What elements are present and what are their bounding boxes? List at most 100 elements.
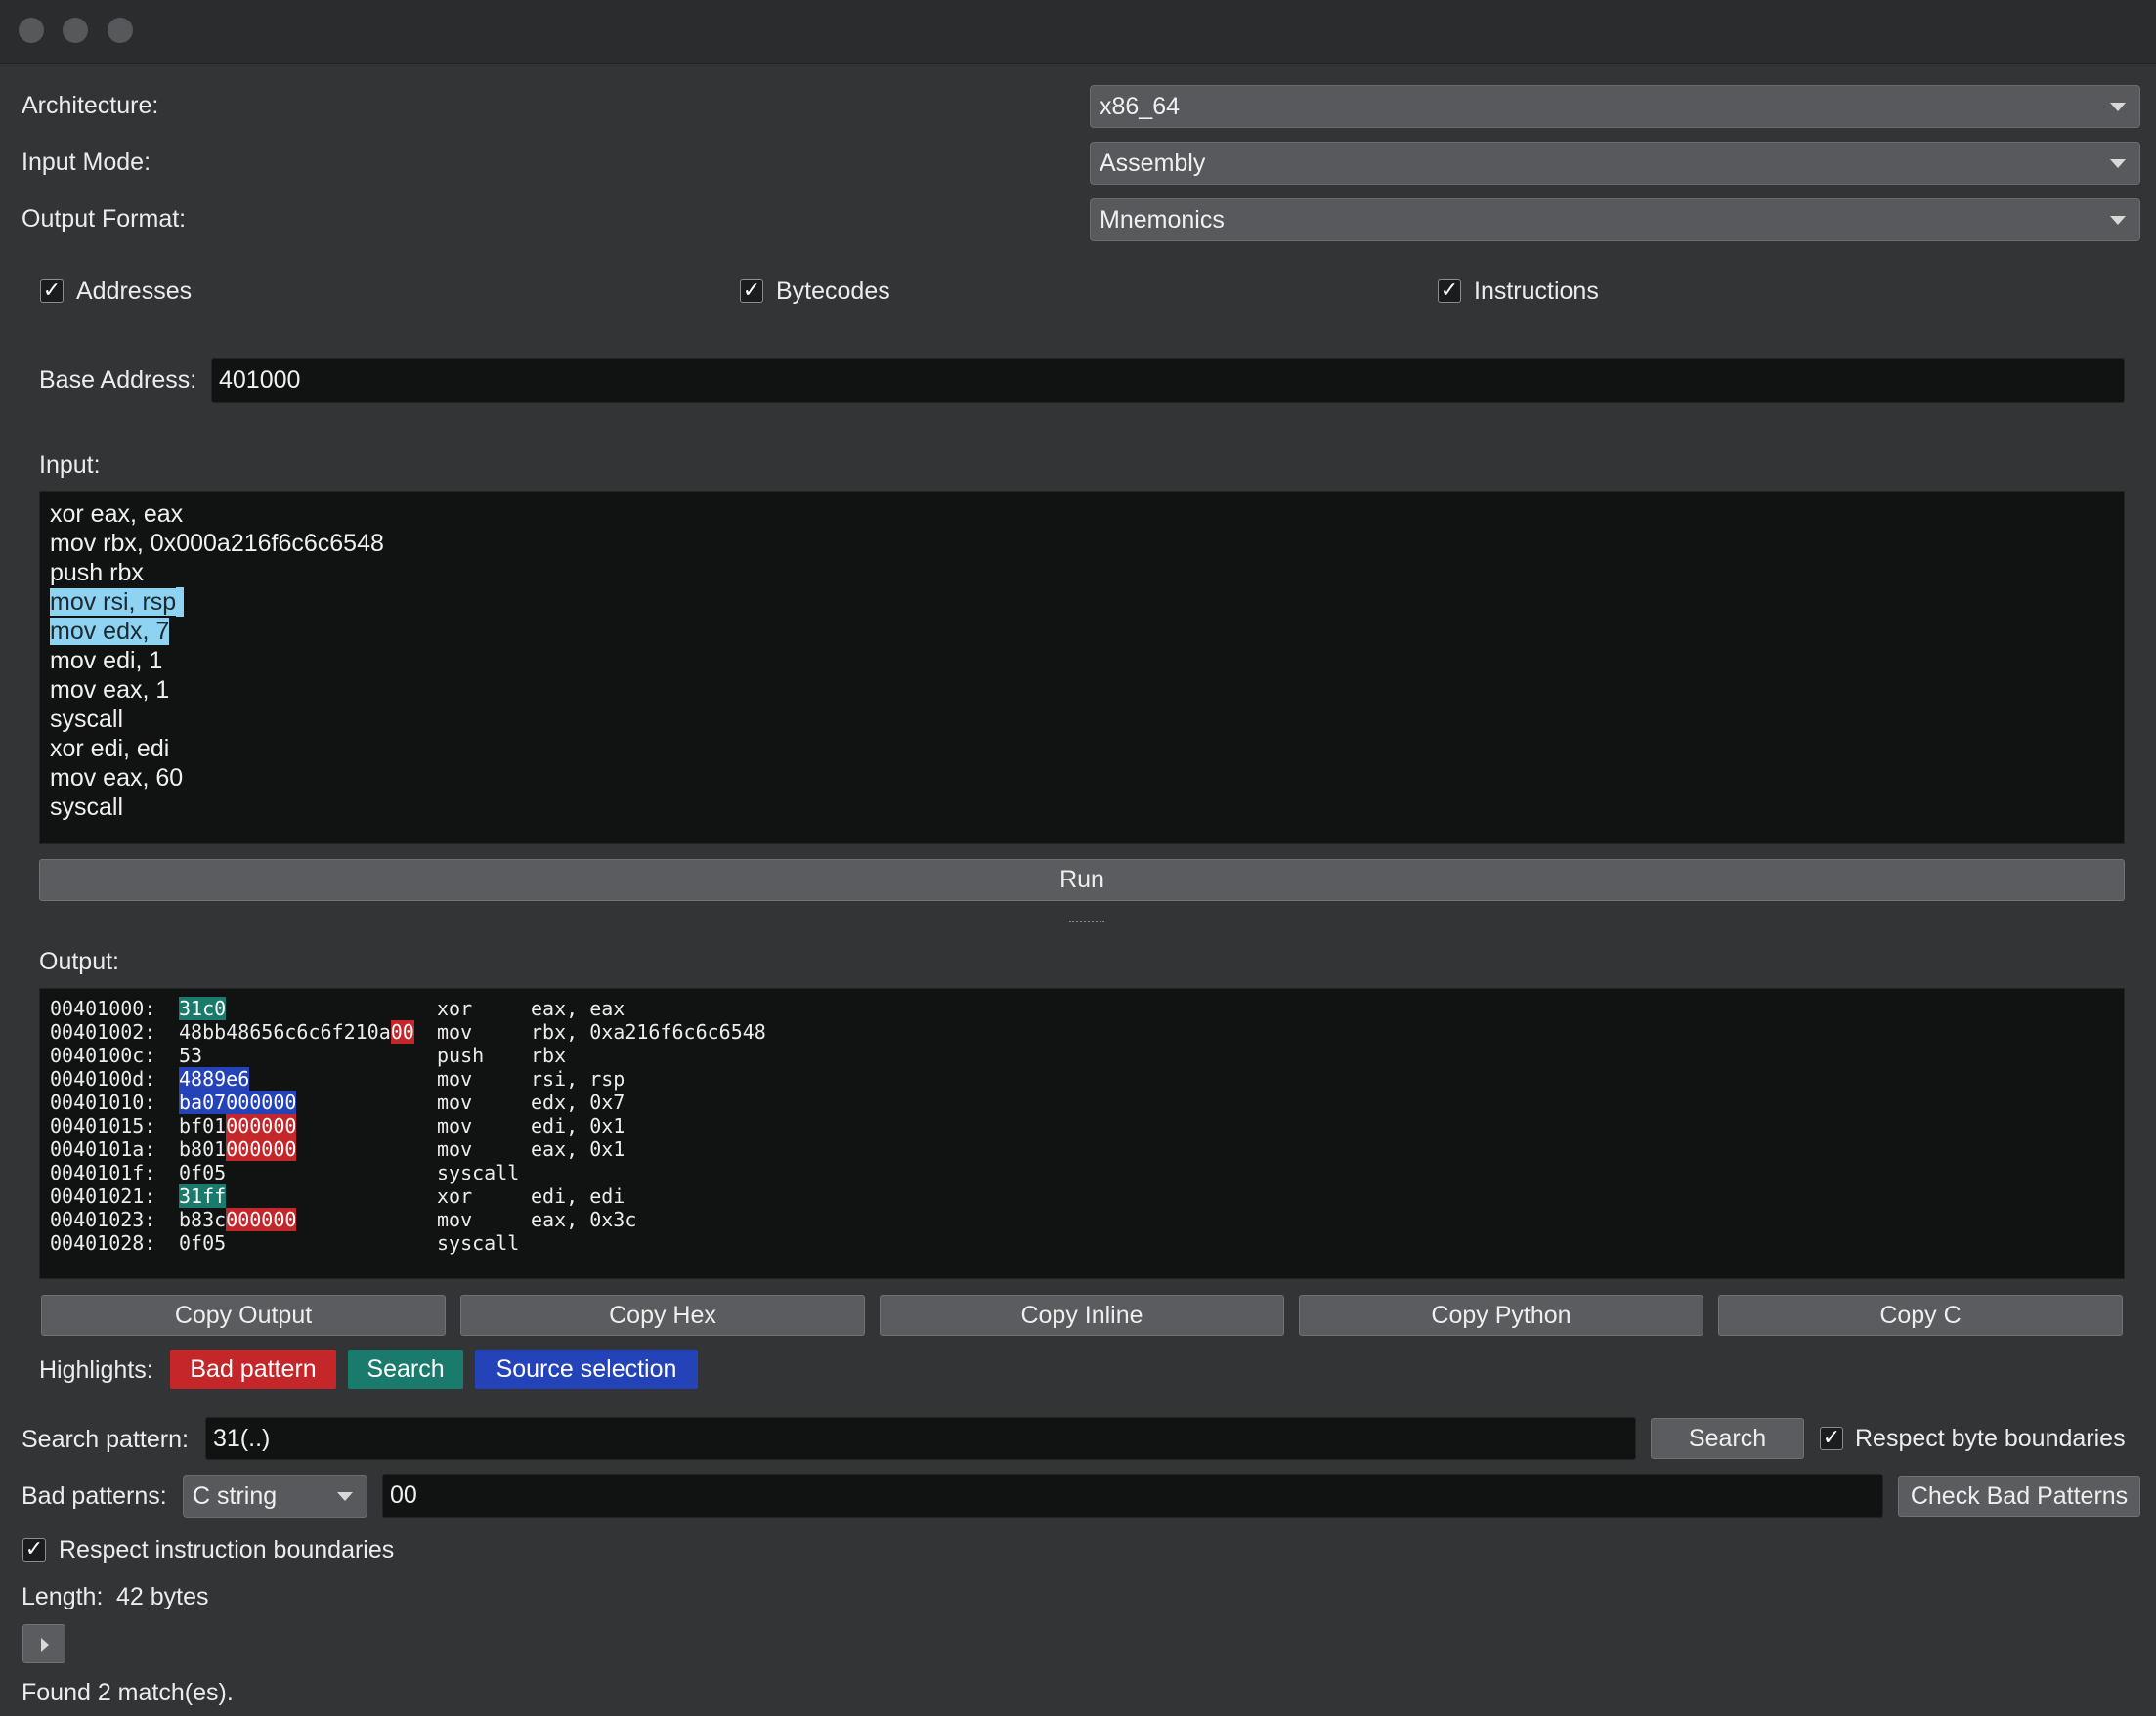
respect-instruction-boundaries-checkbox[interactable]: ✓ xyxy=(22,1538,46,1562)
minimize-window-button[interactable] xyxy=(63,18,88,43)
bad-pattern-type-select[interactable]: C string xyxy=(183,1475,367,1518)
chevron-down-icon xyxy=(2110,159,2126,168)
output-mnemonic: mov xyxy=(437,1114,473,1137)
zoom-window-button[interactable] xyxy=(108,18,133,43)
output-label: Output: xyxy=(39,948,119,975)
output-row: 0040101f: 0f05 syscall xyxy=(50,1161,2124,1184)
bytecodes-checkbox[interactable]: ✓ xyxy=(740,279,763,303)
output-bytes: 53 xyxy=(179,1044,203,1067)
output-operands: rbx, 0xa216f6c6c6548 xyxy=(531,1020,766,1044)
output-bytes: 48bb48656c6c6f210a00 xyxy=(179,1020,414,1044)
search-button[interactable]: Search xyxy=(1651,1418,1804,1459)
output-address: 00401015: xyxy=(50,1114,156,1137)
output-row: 0040100d: 4889e6 mov rsi, rsp xyxy=(50,1067,2124,1091)
search-pattern-value: 31(..) xyxy=(213,1425,271,1452)
output-row: 0040101a: b801000000 mov eax, 0x1 xyxy=(50,1137,2124,1161)
output-mnemonic: mov xyxy=(437,1137,473,1161)
input-mode-value: Assembly xyxy=(1100,150,1206,177)
input-line: syscall xyxy=(50,706,124,733)
output-bytes: 4889e6 xyxy=(179,1067,250,1091)
bad-patterns-input[interactable]: 00 xyxy=(382,1474,1883,1518)
input-line: mov eax, 1 xyxy=(50,676,170,704)
output-address: 00401000: xyxy=(50,997,156,1020)
output-operands: eax, eax xyxy=(531,997,625,1020)
output-view[interactable]: 00401000: 31c0 xor eax, eax 00401002: 48bb486… xyxy=(39,988,2125,1279)
copy-output-button[interactable]: Copy Output xyxy=(41,1295,446,1336)
check-bad-patterns-button[interactable]: Check Bad Patterns xyxy=(1898,1476,2140,1517)
title-bar xyxy=(0,0,2156,64)
output-row: 00401000: 31c0 xor eax, eax xyxy=(50,997,2124,1020)
search-badge: Search xyxy=(348,1350,463,1389)
output-address: 00401023: xyxy=(50,1208,156,1231)
input-line-selected: mov rsi, rsp xyxy=(50,588,177,616)
output-mnemonic: mov xyxy=(437,1067,473,1091)
output-operands: eax, 0x3c xyxy=(531,1208,637,1231)
expand-disclosure-button[interactable] xyxy=(22,1624,65,1663)
output-bytes: b801000000 xyxy=(179,1137,297,1161)
search-pattern-label: Search pattern: xyxy=(22,1426,189,1453)
output-bytes: bf01000000 xyxy=(179,1114,297,1137)
output-operands: eax, 0x1 xyxy=(531,1137,625,1161)
output-row: 00401015: bf01000000 mov edi, 0x1 xyxy=(50,1114,2124,1137)
chevron-down-icon xyxy=(2110,103,2126,111)
output-format-label: Output Format: xyxy=(22,205,187,233)
highlight-bad: 000000 xyxy=(226,1208,297,1231)
copy-inline-button[interactable]: Copy Inline xyxy=(880,1295,1284,1336)
copy-python-button[interactable]: Copy Python xyxy=(1299,1295,1703,1336)
splitter-handle[interactable] xyxy=(1069,921,1104,926)
highlight-bad: 000000 xyxy=(226,1114,297,1137)
respect-byte-boundaries-checkbox[interactable]: ✓ xyxy=(1820,1427,1843,1450)
base-address-input[interactable]: 401000 xyxy=(211,358,2125,403)
bad-patterns-value: 00 xyxy=(390,1481,417,1509)
bad-patterns-label: Bad patterns: xyxy=(22,1482,167,1510)
input-mode-select[interactable]: Assembly xyxy=(1090,142,2140,185)
input-mode-label: Input Mode: xyxy=(22,149,151,176)
input-line: mov eax, 60 xyxy=(50,764,184,792)
input-line: xor edi, edi xyxy=(50,735,170,762)
copy-hex-button[interactable]: Copy Hex xyxy=(460,1295,865,1336)
output-mnemonic: syscall xyxy=(437,1161,520,1184)
output-address: 0040100c: xyxy=(50,1044,156,1067)
base-address-label: Base Address: xyxy=(39,366,197,394)
source-selection-badge: Source selection xyxy=(475,1350,698,1389)
respect-byte-boundaries-label: Respect byte boundaries xyxy=(1855,1425,2126,1452)
addresses-checkbox[interactable]: ✓ xyxy=(40,279,64,303)
output-address: 00401002: xyxy=(50,1020,156,1044)
input-label: Input: xyxy=(39,451,101,479)
highlight-source: 4889e6 xyxy=(179,1067,250,1091)
input-line: xor eax, eax xyxy=(50,500,184,528)
output-mnemonic: xor xyxy=(437,1184,473,1208)
run-button[interactable]: Run xyxy=(39,859,2125,901)
output-bytes: 31c0 xyxy=(179,997,227,1020)
respect-instruction-boundaries-label: Respect instruction boundaries xyxy=(59,1536,395,1564)
output-address: 0040100d: xyxy=(50,1067,156,1091)
bad-pattern-badge: Bad pattern xyxy=(170,1350,336,1389)
output-mnemonic: mov xyxy=(437,1020,473,1044)
output-mnemonic: xor xyxy=(437,997,473,1020)
output-bytes: 31ff xyxy=(179,1184,227,1208)
chevron-down-icon xyxy=(2110,216,2126,225)
input-editor[interactable]: xor eax, eax mov rbx, 0x000a216f6c6c6548… xyxy=(39,491,2125,844)
length-value: 42 bytes xyxy=(116,1583,209,1610)
output-row: 0040100c: 53 push rbx xyxy=(50,1044,2124,1067)
output-operands: edi, 0x1 xyxy=(531,1114,625,1137)
output-bytes: ba07000000 xyxy=(179,1091,297,1114)
output-row: 00401002: 48bb48656c6c6f210a00 mov rbx, 0xa… xyxy=(50,1020,2124,1044)
search-pattern-input[interactable]: 31(..) xyxy=(205,1417,1636,1460)
output-address: 00401010: xyxy=(50,1091,156,1114)
input-line: syscall xyxy=(50,794,124,821)
output-operands: edi, edi xyxy=(531,1184,625,1208)
close-window-button[interactable] xyxy=(19,18,44,43)
output-bytes: 0f05 xyxy=(179,1231,227,1255)
output-row: 00401021: 31ff xor edi, edi xyxy=(50,1184,2124,1208)
copy-c-button[interactable]: Copy C xyxy=(1718,1295,2123,1336)
output-format-select[interactable]: Mnemonics xyxy=(1090,198,2140,241)
output-bytes: b83c000000 xyxy=(179,1208,297,1231)
instructions-checkbox[interactable]: ✓ xyxy=(1438,279,1461,303)
chevron-down-icon xyxy=(337,1492,353,1501)
input-line: push rbx xyxy=(50,559,144,586)
bytecodes-label: Bytecodes xyxy=(776,278,890,305)
output-address: 00401021: xyxy=(50,1184,156,1208)
addresses-label: Addresses xyxy=(76,278,193,305)
architecture-select[interactable]: x86_64 xyxy=(1090,85,2140,128)
